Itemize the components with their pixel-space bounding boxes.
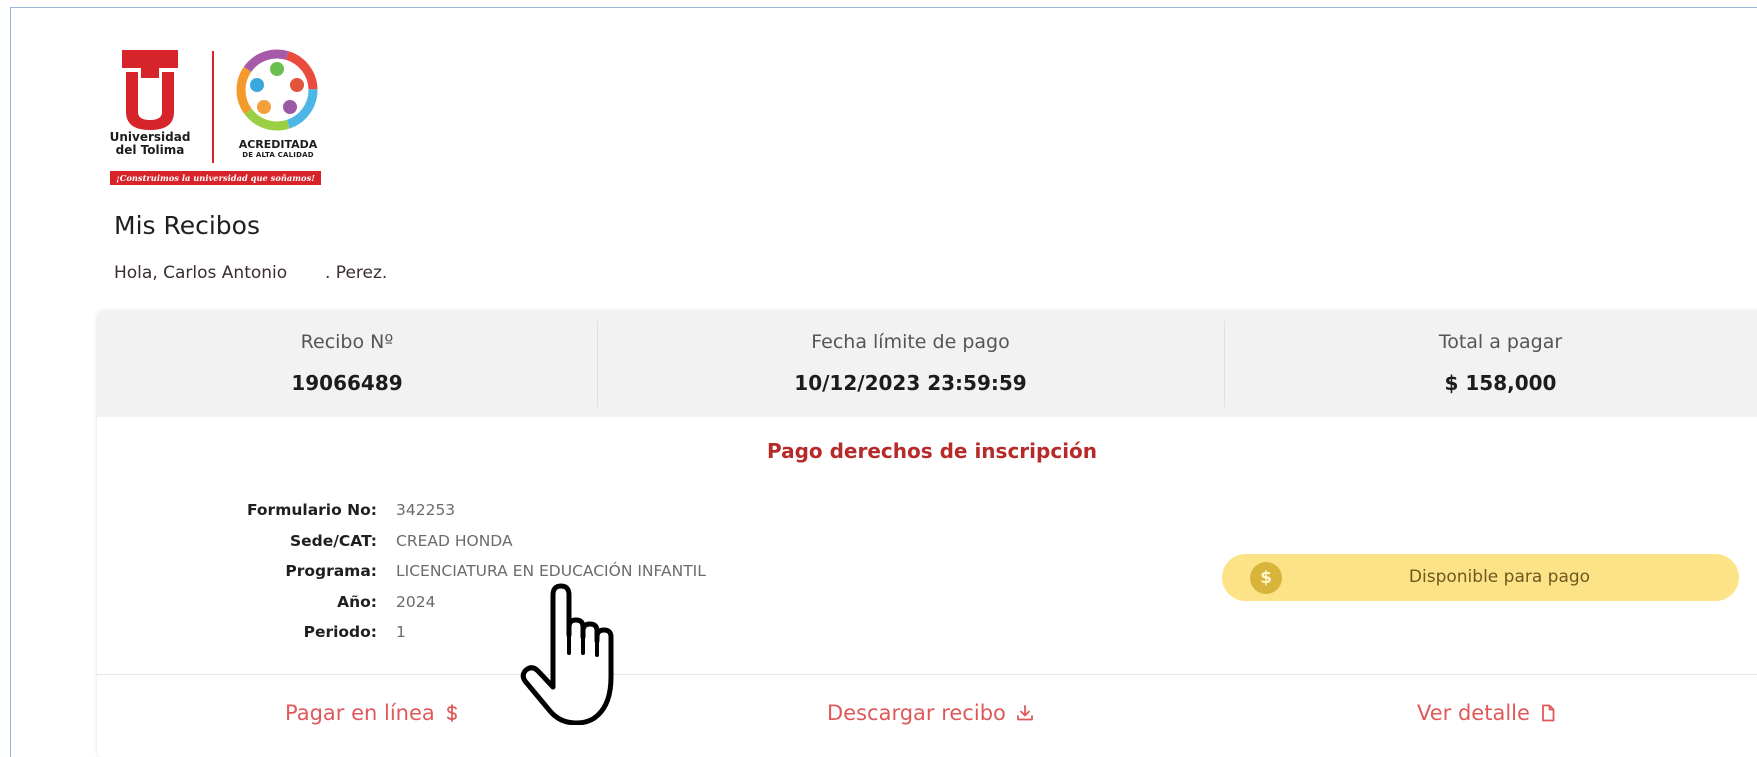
due-date-value: 10/12/2023 23:59:59	[794, 371, 1027, 395]
footer-divider	[97, 674, 1757, 675]
detail-value: 1	[396, 623, 406, 642]
page-title: Mis Recibos	[114, 211, 260, 240]
download-icon	[1016, 704, 1034, 722]
view-detail-button[interactable]: Ver detalle	[1417, 701, 1556, 725]
detail-key: Programa:	[285, 562, 377, 581]
detail-row: Sede/CAT: CREAD HONDA	[237, 526, 837, 557]
due-date-column: Fecha límite de pago 10/12/2023 23:59:59	[597, 311, 1224, 417]
accredited-label: ACREDITADA	[238, 138, 318, 151]
payment-status-label: Disponible para pago	[1408, 567, 1591, 587]
payment-concept: Pago derechos de inscripción	[766, 439, 1098, 463]
detail-key: Periodo:	[303, 623, 377, 642]
user-greeting: Hola, Carlos Antonio . Perez.	[114, 263, 387, 283]
due-date-label: Fecha límite de pago	[811, 331, 1010, 353]
accreditation-ring-icon	[236, 49, 318, 131]
detail-key: Formulario No:	[246, 501, 377, 520]
receipt-number-value: 19066489	[291, 371, 403, 395]
greeting-name: Hola, Carlos Antonio	[114, 263, 288, 283]
detail-row: Programa: LICENCIATURA EN EDUCACIÓN INFA…	[237, 556, 837, 587]
view-detail-label: Ver detalle	[1417, 701, 1530, 725]
payment-status-badge: $ Disponible para pago	[1222, 554, 1739, 601]
receipt-number-label: Recibo Nº	[300, 331, 394, 353]
ut-logo-icon	[122, 50, 178, 130]
university-name-line2: del Tolima	[115, 143, 185, 157]
download-receipt-button[interactable]: Descargar recibo	[827, 701, 1034, 725]
detail-value: CREAD HONDA	[396, 531, 513, 550]
download-receipt-label: Descargar recibo	[827, 701, 1006, 725]
detail-value: 2024	[396, 592, 436, 611]
pay-online-label: Pagar en línea	[285, 701, 435, 725]
accredited-sub-label: DE ALTA CALIDAD	[242, 151, 314, 159]
window-top-strip	[10, 0, 1757, 7]
hand-pointer-icon	[520, 583, 614, 725]
university-logo: Universidad del Tolima ACREDITADA DE ALT…	[108, 47, 324, 189]
detail-key: Sede/CAT:	[289, 531, 377, 550]
greeting-surname: . Perez.	[325, 263, 388, 283]
total-value: $ 158,000	[1444, 371, 1557, 395]
logo-divider	[212, 51, 214, 163]
receipt-summary-header: Recibo Nº 19066489 Fecha límite de pago …	[97, 311, 1757, 417]
detail-value: LICENCIATURA EN EDUCACIÓN INFANTIL	[396, 562, 706, 581]
document-icon	[1540, 704, 1556, 722]
accreditation-text: ACREDITADA DE ALTA CALIDAD	[226, 139, 330, 160]
detail-key: Año:	[337, 592, 377, 611]
pay-online-button[interactable]: Pagar en línea	[285, 701, 459, 725]
university-name: Universidad del Tolima	[108, 131, 192, 157]
detail-row: Formulario No: 342253	[237, 495, 837, 526]
receipt-number-column: Recibo Nº 19066489	[97, 311, 597, 417]
total-label: Total a pagar	[1438, 331, 1563, 353]
receipt-card: Recibo Nº 19066489 Fecha límite de pago …	[97, 311, 1757, 757]
detail-value: 342253	[396, 501, 456, 520]
total-column: Total a pagar $ 158,000	[1224, 311, 1757, 417]
dollar-sign-icon	[445, 704, 459, 722]
university-slogan: ¡Construimos la universidad que soñamos!	[110, 171, 321, 185]
